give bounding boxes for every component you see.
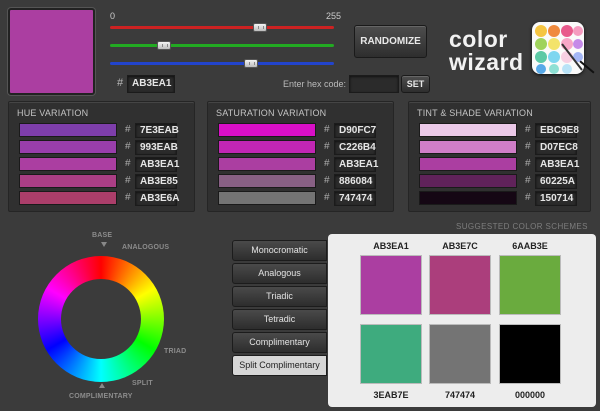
main-color-swatch <box>8 8 95 95</box>
variation-hash: # <box>525 124 531 135</box>
tab-scheme-analogous[interactable]: Analogous <box>232 263 327 284</box>
red-slider-thumb[interactable] <box>253 23 268 32</box>
variation-hash: # <box>324 158 330 169</box>
variation-hash: # <box>125 158 131 169</box>
slider-max-label: 255 <box>326 11 342 21</box>
variation-hash: # <box>125 124 131 135</box>
wheel-label-split: SPLIT <box>132 380 153 387</box>
randomize-button[interactable]: RANDOMIZE <box>354 25 427 58</box>
base-marker-icon <box>101 242 107 247</box>
scheme-hex-label: AB3E7C <box>442 241 478 251</box>
scheme-hex-label: AB3EA1 <box>373 241 409 251</box>
variation-hex-value: 993EAB <box>135 140 178 155</box>
scheme-swatch[interactable] <box>499 324 561 384</box>
panel-title: TINT & SHADE VARIATION <box>417 108 533 118</box>
color-wheel-hole <box>61 279 141 359</box>
hex-code-input[interactable] <box>349 75 399 93</box>
variation-swatch[interactable] <box>19 174 117 188</box>
variation-hex-value: D90FC7 <box>334 123 376 138</box>
blue-slider-track[interactable] <box>110 62 334 65</box>
tab-scheme-complimentary[interactable]: Complimentary <box>232 332 327 353</box>
variation-swatch[interactable] <box>218 123 316 137</box>
variation-hex-value: C226B4 <box>334 140 376 155</box>
variation-swatch[interactable] <box>419 174 517 188</box>
scheme-swatch[interactable] <box>499 255 561 315</box>
variation-swatch[interactable] <box>419 140 517 154</box>
variation-hash: # <box>525 192 531 203</box>
green-slider-thumb[interactable] <box>157 41 172 50</box>
hex-entry-label: Enter hex code: <box>283 79 347 89</box>
blue-slider-thumb[interactable] <box>244 59 259 68</box>
variation-panel: HUE VARIATION #7E3EAB #993EAB # AB3EA1 # AB3E8… <box>8 101 195 212</box>
variation-hex-value: 747474 <box>334 191 376 206</box>
scheme-result-panel: AB3EA1 AB3E7C 6AAB3E 3EAB7E 747474 000000 <box>328 234 596 407</box>
scheme-hex-label: 000000 <box>514 390 546 400</box>
variation-swatch[interactable] <box>19 157 117 171</box>
variation-panel: TINT & SHADE VARIATION # EBC9E8 # D07EC8 # AB3… <box>408 101 591 212</box>
variation-hash: # <box>525 175 531 186</box>
variation-hex-value: 7E3EAB <box>135 123 179 138</box>
current-hex-hash: # <box>117 77 124 89</box>
variation-hash: # <box>324 124 330 135</box>
variation-hash: # <box>525 141 531 152</box>
variation-swatch[interactable] <box>419 123 517 137</box>
wheel-label-triad: TRIAD <box>164 348 187 355</box>
scheme-swatch[interactable] <box>360 324 422 384</box>
wheel-label-complimentary: COMPLIMENTARY <box>69 393 133 400</box>
scheme-hex-label: 3EAB7E <box>373 390 409 400</box>
variation-swatch[interactable] <box>218 191 316 205</box>
panel-title: SATURATION VARIATION <box>216 108 327 118</box>
color-wheel[interactable] <box>38 256 164 382</box>
logo-icon <box>532 22 584 74</box>
scheme-swatch[interactable] <box>360 255 422 315</box>
red-slider-track[interactable] <box>110 26 334 29</box>
set-button[interactable]: SET <box>401 75 430 93</box>
variation-swatch[interactable] <box>19 140 117 154</box>
variation-hex-value: D07EC8 <box>535 140 578 155</box>
variation-swatch[interactable] <box>419 191 517 205</box>
variation-hex-value: 60225A <box>535 174 577 189</box>
variation-hex-value: AB3EA1 <box>135 157 179 172</box>
variation-swatch[interactable] <box>19 191 117 205</box>
scheme-hex-label: 747474 <box>444 390 476 400</box>
suggested-schemes-label: SUGGESTED COLOR SCHEMES <box>456 222 588 231</box>
variation-hash: # <box>324 141 330 152</box>
variation-hash: # <box>125 192 131 203</box>
variation-swatch[interactable] <box>218 174 316 188</box>
green-slider-track[interactable] <box>110 44 334 47</box>
variation-hex-value: EBC9E8 <box>535 123 579 138</box>
tab-scheme-monocromatic[interactable]: Monocromatic <box>232 240 327 261</box>
variation-swatch[interactable] <box>419 157 517 171</box>
variation-hex-value: 886084 <box>334 174 376 189</box>
variation-swatch[interactable] <box>218 157 316 171</box>
tab-scheme-split-complimentary[interactable]: Split Complimentary <box>232 355 327 376</box>
variation-hash: # <box>125 141 131 152</box>
wheel-label-base: BASE <box>92 232 113 239</box>
wheel-label-analogous: ANALOGOUS <box>122 244 170 251</box>
variation-swatch[interactable] <box>218 140 316 154</box>
scheme-swatch[interactable] <box>429 324 491 384</box>
logo-line-2: wizard <box>449 49 524 75</box>
tab-scheme-triadic[interactable]: Triadic <box>232 286 327 307</box>
variation-hash: # <box>125 175 131 186</box>
variation-swatch[interactable] <box>19 123 117 137</box>
variation-hex-value: 150714 <box>535 191 577 206</box>
panel-title: HUE VARIATION <box>17 108 89 118</box>
scheme-hex-label: 6AAB3E <box>512 241 548 251</box>
current-hex-value: AB3EA1 <box>127 75 175 93</box>
variation-panel: SATURATION VARIATION # D90FC7 # C226B4 # AB3EA… <box>207 101 394 212</box>
variation-hash: # <box>324 175 330 186</box>
slider-min-label: 0 <box>110 11 116 21</box>
complimentary-marker-icon <box>99 383 105 388</box>
variation-hash: # <box>525 158 531 169</box>
variation-hex-value: AB3EA1 <box>535 157 579 172</box>
variation-hex-value: AB3E85 <box>135 174 178 189</box>
variation-hex-value: AB3E6A <box>135 191 179 206</box>
scheme-swatch[interactable] <box>429 255 491 315</box>
variation-hex-value: AB3EA1 <box>334 157 378 172</box>
tab-scheme-tetradic[interactable]: Tetradic <box>232 309 327 330</box>
logo-line-1: color <box>449 26 508 52</box>
variation-hash: # <box>324 192 330 203</box>
app-logo-text: color wizard <box>449 28 524 74</box>
